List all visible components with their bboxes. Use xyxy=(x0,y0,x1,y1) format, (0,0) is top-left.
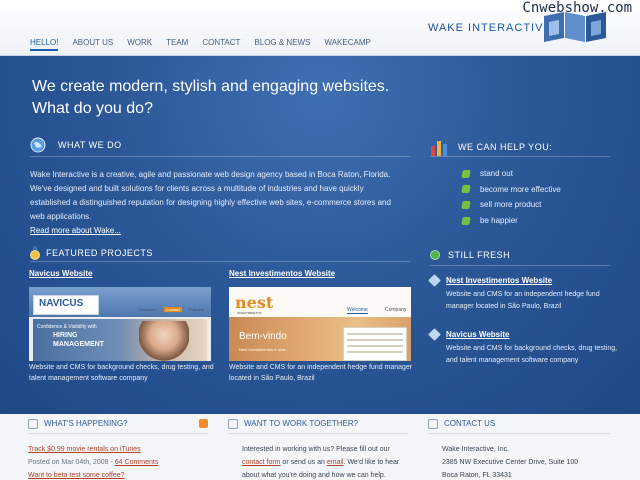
city-address: Boca Raton, FL 33431 xyxy=(442,472,512,479)
about-text: Wake Interactive is a creative, agile an… xyxy=(30,168,405,238)
list-item: be happier xyxy=(461,213,561,229)
work-column: WANT TO WORK TOGETHER? Interested in wor… xyxy=(228,414,408,480)
hero-line-1: We create modern, stylish and engaging w… xyxy=(32,78,390,95)
logo-suffix: INTERACTIVE xyxy=(464,22,552,34)
rss-icon[interactable] xyxy=(199,419,208,428)
hero-line-2: What do you do? xyxy=(32,100,153,117)
help-heading: WE CAN HELP YOU: xyxy=(430,138,552,156)
globe-icon xyxy=(30,137,46,153)
about-body: Wake Interactive is a creative, agile an… xyxy=(30,170,391,221)
still-fresh-heading: STILL FRESH xyxy=(430,250,510,260)
contact-column: CONTACT US Wake Interactive, Inc. 2385 N… xyxy=(428,414,610,480)
navicus-logo: NAVICUS xyxy=(39,298,84,309)
help-title: WE CAN HELP YOU: xyxy=(458,142,553,152)
check-icon xyxy=(461,216,471,225)
post-meta: Posted on Mar 04th, 2008 - xyxy=(28,459,115,466)
tag-icon xyxy=(28,418,38,429)
nav-item-work[interactable]: WORK xyxy=(127,38,152,51)
fresh-icon xyxy=(430,250,440,260)
list-item: stand out xyxy=(461,166,561,182)
divider xyxy=(30,261,410,262)
tag-icon xyxy=(428,418,438,429)
nav-item-hello[interactable]: HELLO! xyxy=(30,38,59,51)
list-item: sell more product xyxy=(461,197,561,213)
help-list: stand out become more effective sell mor… xyxy=(461,166,561,229)
street-address: 2385 NW Executive Center Drive, Suite 10… xyxy=(442,459,579,466)
fresh-item: Navicus Website Website and CMS for back… xyxy=(428,328,620,367)
hero-heading: We create modern, stylish and engaging w… xyxy=(32,76,452,120)
nav-item-team[interactable]: TEAM xyxy=(166,38,188,51)
chat-icon xyxy=(228,418,238,429)
project-thumb-nest[interactable]: nest INVESTIMENTOS Welcome Company Bem-v… xyxy=(229,287,411,361)
project-desc-navicus: Website and CMS for background checks, d… xyxy=(29,364,214,382)
post-comments-link[interactable]: 64 Comments xyxy=(115,459,159,466)
contact-heading: CONTACT US xyxy=(428,414,610,434)
divider xyxy=(430,265,610,266)
fresh-desc: Website and CMS for an independent hedge… xyxy=(446,291,600,310)
logo[interactable]: WAKE INTERACTIVE xyxy=(428,22,552,34)
post-title[interactable]: Track $0.99 movie rentals on iTunes xyxy=(28,446,141,453)
featured-title: FEATURED PROJECTS xyxy=(46,248,153,258)
list-item: become more effective xyxy=(461,182,561,198)
happening-column: WHAT'S HAPPENING? Track $0.99 movie rent… xyxy=(28,414,208,480)
project-title-navicus[interactable]: Navicus Website xyxy=(29,269,92,278)
read-more-link[interactable]: Read more about Wake... xyxy=(30,226,121,235)
check-icon xyxy=(461,200,471,209)
nav-item-about[interactable]: ABOUT US xyxy=(72,38,113,51)
featured-heading: FEATURED PROJECTS xyxy=(30,246,153,260)
site-header: Cnwebshow.com WAKE INTERACTIVE HELLO! AB… xyxy=(0,0,640,56)
site-footer: WHAT'S HAPPENING? Track $0.99 movie rent… xyxy=(0,414,640,480)
main-nav: HELLO! ABOUT US WORK TEAM CONTACT BLOG &… xyxy=(30,38,385,51)
main-content: We create modern, stylish and engaging w… xyxy=(0,56,640,414)
nav-item-wakecamp[interactable]: WAKECAMP xyxy=(324,38,370,51)
email-link[interactable]: email xyxy=(327,459,344,466)
happening-heading: WHAT'S HAPPENING? xyxy=(28,414,208,434)
check-icon xyxy=(461,169,471,178)
what-we-do-title: WHAT WE DO xyxy=(58,140,122,150)
fresh-title-nest[interactable]: Nest Investimentos Website xyxy=(430,276,620,285)
logo-blocks-icon xyxy=(544,12,606,42)
nest-logo: nest xyxy=(235,293,274,312)
project-thumb-navicus[interactable]: NAVICUS Welcome Contact Partners Confide… xyxy=(29,287,211,361)
fresh-title-navicus[interactable]: Navicus Website xyxy=(430,330,620,339)
bar-chart-icon xyxy=(431,141,447,156)
medal-icon xyxy=(30,246,40,260)
nav-item-contact[interactable]: CONTACT xyxy=(202,38,240,51)
still-fresh-title: STILL FRESH xyxy=(448,250,511,260)
work-heading: WANT TO WORK TOGETHER? xyxy=(228,414,408,434)
fresh-item: Nest Investimentos Website Website and C… xyxy=(428,274,620,313)
nav-item-blog[interactable]: BLOG & NEWS xyxy=(254,38,310,51)
check-icon xyxy=(461,185,471,194)
divider xyxy=(30,156,410,157)
company-name: Wake Interactive, Inc. xyxy=(442,446,510,453)
contact-form-link[interactable]: contact form xyxy=(242,459,281,466)
project-title-nest[interactable]: Nest Investimentos Website xyxy=(229,269,335,278)
post-title[interactable]: Want to beta test some coffee? xyxy=(28,472,125,479)
what-we-do-heading: WHAT WE DO xyxy=(30,137,122,153)
project-desc-nest: Website and CMS for an independent hedge… xyxy=(229,364,413,382)
fresh-desc: Website and CMS for background checks, d… xyxy=(446,345,618,364)
logo-brand: WAKE xyxy=(428,22,464,34)
divider xyxy=(430,156,610,157)
